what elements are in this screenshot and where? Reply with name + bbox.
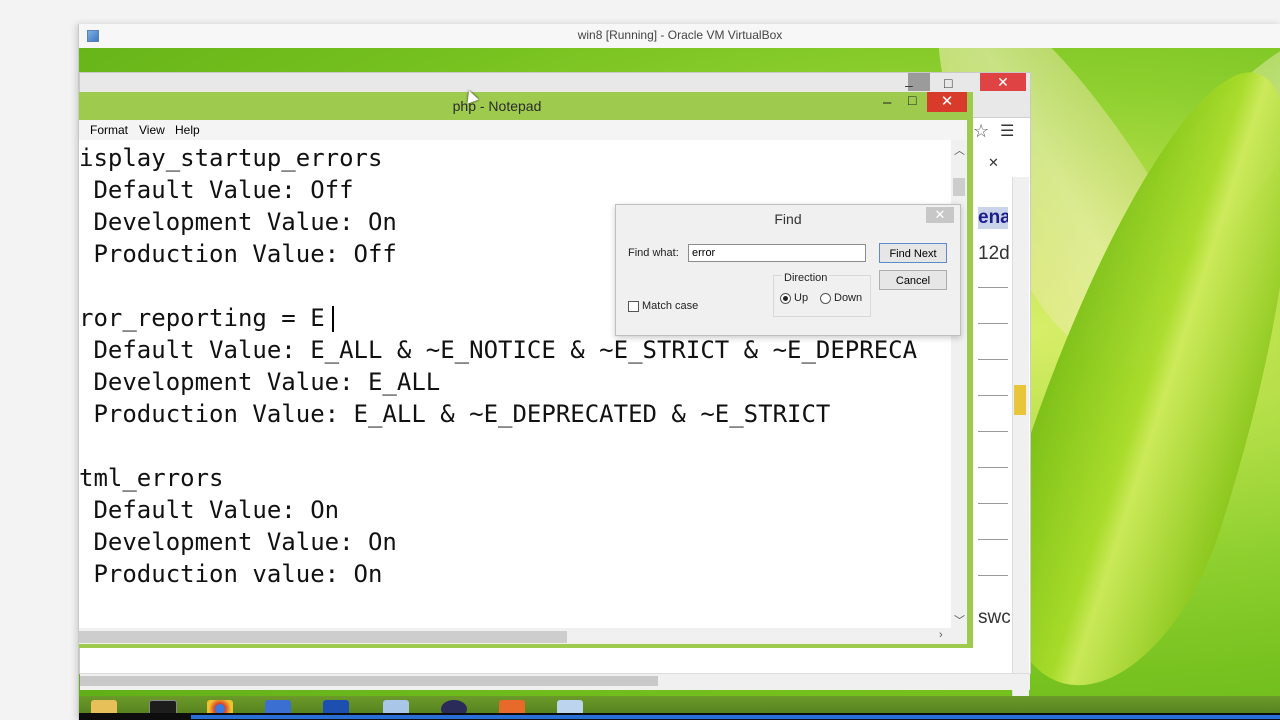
find-what-label: Find what: — [628, 247, 679, 259]
page-text-fragment: 12d — [978, 243, 1010, 264]
text-line: Default Value: On — [79, 496, 340, 524]
virtualbox-window: win8 [Running] - Oracle VM VirtualBox – … — [78, 24, 1280, 720]
notepad-title: php - Notepad — [452, 98, 542, 114]
menu-view[interactable]: View — [139, 123, 165, 137]
table-row-divider — [978, 467, 1008, 468]
table-row-divider — [978, 395, 1008, 396]
close-icon[interactable]: ✕ — [927, 92, 967, 112]
text-caret — [332, 306, 334, 332]
table-row-divider — [978, 359, 1008, 360]
horizontal-scroll-thumb[interactable] — [80, 676, 658, 686]
minimize-icon[interactable]: – — [905, 77, 913, 93]
cancel-button[interactable]: Cancel — [879, 270, 947, 290]
table-row-divider — [978, 503, 1008, 504]
horizontal-scroll-thumb[interactable] — [79, 631, 567, 643]
table-row-divider — [978, 539, 1008, 540]
direction-up-label[interactable]: Up — [794, 292, 808, 304]
text-line: Production value: On — [79, 560, 383, 588]
maximize-icon[interactable]: □ — [908, 92, 916, 108]
menu-format[interactable]: Format — [90, 123, 128, 137]
browser-vertical-scrollbar[interactable] — [1012, 177, 1029, 697]
hamburger-menu-icon[interactable]: ☰ — [1000, 121, 1014, 141]
text-line: Production Value: E_ALL & ~E_DEPRECATED … — [79, 400, 831, 428]
find-dialog: Find ✕ Find what: Find Next Cancel Direc… — [615, 204, 961, 336]
text-line: isplay_startup_errors — [79, 144, 383, 172]
text-line: Default Value: Off — [79, 176, 354, 204]
virtualbox-titlebar[interactable]: win8 [Running] - Oracle VM VirtualBox — [79, 24, 1280, 49]
match-case-checkbox[interactable] — [628, 301, 639, 312]
find-what-input[interactable] — [688, 244, 866, 262]
notepad-menubar: Format View Help — [79, 120, 967, 140]
scroll-right-icon[interactable]: › — [939, 629, 943, 641]
virtualbox-title: win8 [Running] - Oracle VM VirtualBox — [577, 28, 783, 42]
minimize-icon[interactable]: – — [883, 94, 891, 111]
text-line: Development Value: On — [79, 528, 397, 556]
page-text-fragment: swc — [978, 607, 1011, 628]
direction-down-label[interactable]: Down — [834, 292, 862, 304]
direction-up-radio[interactable] — [780, 293, 791, 304]
text-line: ror_reporting = E — [79, 304, 325, 332]
close-icon[interactable]: ✕ — [980, 73, 1026, 91]
match-case-label[interactable]: Match case — [642, 300, 698, 312]
text-line: tml_errors — [79, 464, 224, 492]
scroll-down-icon[interactable]: ﹀ — [954, 612, 965, 628]
notepad-window: php - Notepad – □ ✕ Format View Help isp… — [79, 92, 973, 648]
video-progress-fill — [191, 715, 1280, 719]
notepad-titlebar[interactable]: php - Notepad – □ ✕ — [79, 92, 973, 120]
radio-selected-dot — [783, 296, 788, 301]
star-icon[interactable]: ☆ — [973, 121, 989, 142]
table-row-divider — [978, 323, 1008, 324]
text-line: Default Value: E_ALL & ~E_NOTICE & ~E_ST… — [79, 336, 918, 364]
maximize-icon[interactable]: □ — [944, 75, 952, 91]
menu-help[interactable]: Help — [175, 123, 200, 137]
find-title: Find — [774, 211, 802, 227]
text-line: Production Value: Off — [79, 240, 397, 268]
guest-desktop: – □ ✕ ☆ ☰ ✕ ena 12d swc php - Notepad – … — [79, 48, 1280, 720]
scroll-up-icon[interactable]: ︿ — [954, 142, 965, 158]
find-titlebar[interactable]: Find ✕ — [616, 205, 960, 231]
find-next-button[interactable]: Find Next — [879, 243, 947, 263]
scrollbar-marker — [1014, 385, 1026, 415]
page-heading-fragment: ena — [978, 207, 1008, 229]
text-line: Development Value: On — [79, 208, 397, 236]
close-tab-icon[interactable]: ✕ — [988, 155, 999, 171]
vertical-scroll-thumb[interactable] — [953, 178, 965, 196]
table-row-divider — [978, 287, 1008, 288]
direction-down-radio[interactable] — [820, 293, 831, 304]
close-icon[interactable]: ✕ — [926, 207, 954, 223]
table-row-divider — [978, 575, 1008, 576]
table-row-divider — [978, 431, 1008, 432]
direction-label: Direction — [782, 272, 830, 284]
text-line: Development Value: E_ALL — [79, 368, 441, 396]
